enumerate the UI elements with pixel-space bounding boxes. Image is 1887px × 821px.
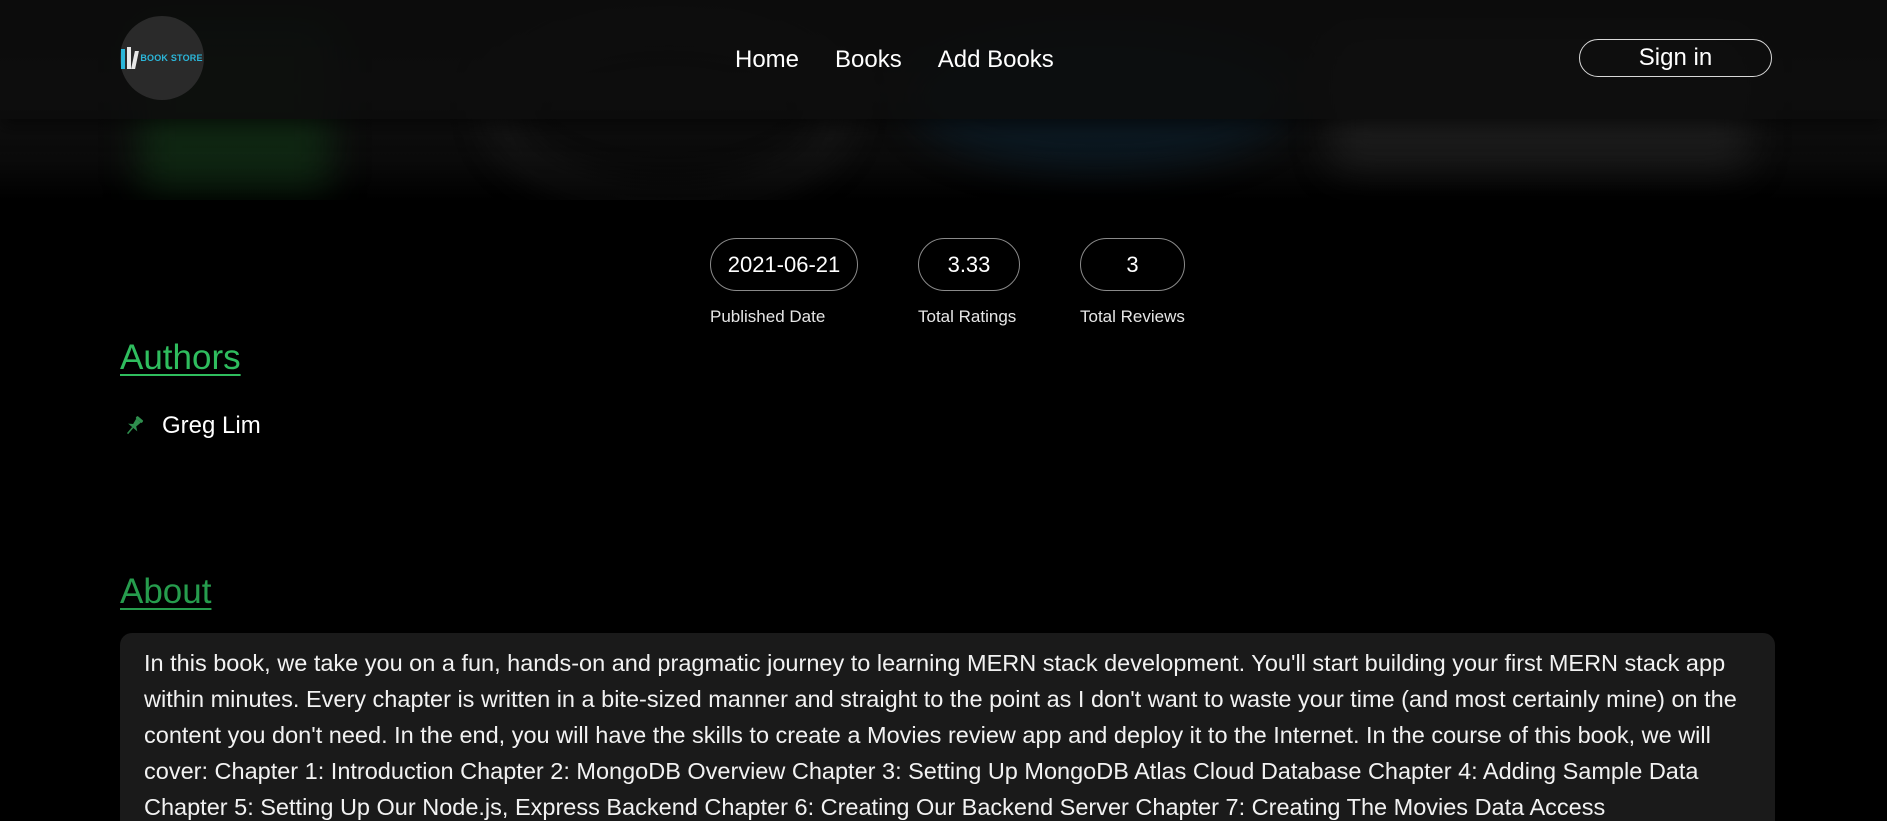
stat-value-pill: 3 bbox=[1080, 238, 1185, 291]
authors-heading: Authors bbox=[120, 338, 241, 377]
stat-label: Total Reviews bbox=[1080, 307, 1185, 326]
stat-value-pill: 2021-06-21 bbox=[710, 238, 858, 291]
pin-icon bbox=[126, 416, 144, 435]
book-detail-page: BOOK STORE Home Books Add Books Sign in … bbox=[0, 0, 1887, 821]
book-stack-icon bbox=[121, 47, 140, 69]
stat-label: Published Date bbox=[710, 307, 826, 326]
logo[interactable]: BOOK STORE bbox=[120, 16, 204, 100]
stat-value-pill: 3.33 bbox=[918, 238, 1020, 291]
navbar: BOOK STORE Home Books Add Books Sign in bbox=[0, 0, 1887, 119]
nav-links: Home Books Add Books bbox=[735, 46, 1054, 74]
stat-label: Total Ratings bbox=[918, 307, 1017, 326]
author-name: Greg Lim bbox=[162, 412, 261, 439]
stat-published-date: 2021-06-21 Published Date bbox=[710, 238, 858, 327]
logo-text: BOOK STORE bbox=[140, 52, 203, 63]
stat-total-ratings: 3.33 Total Ratings bbox=[918, 238, 1020, 327]
stat-total-reviews: 3 Total Reviews bbox=[1080, 238, 1185, 327]
sign-in-button[interactable]: Sign in bbox=[1579, 39, 1772, 77]
nav-link-books[interactable]: Books bbox=[835, 46, 902, 74]
nav-link-home[interactable]: Home bbox=[735, 46, 799, 74]
about-card: In this book, we take you on a fun, hand… bbox=[120, 633, 1775, 821]
author-list-item: Greg Lim bbox=[122, 412, 261, 440]
about-heading: About bbox=[120, 572, 212, 611]
about-description: In this book, we take you on a fun, hand… bbox=[144, 650, 1737, 820]
nav-link-add-books[interactable]: Add Books bbox=[938, 46, 1054, 74]
